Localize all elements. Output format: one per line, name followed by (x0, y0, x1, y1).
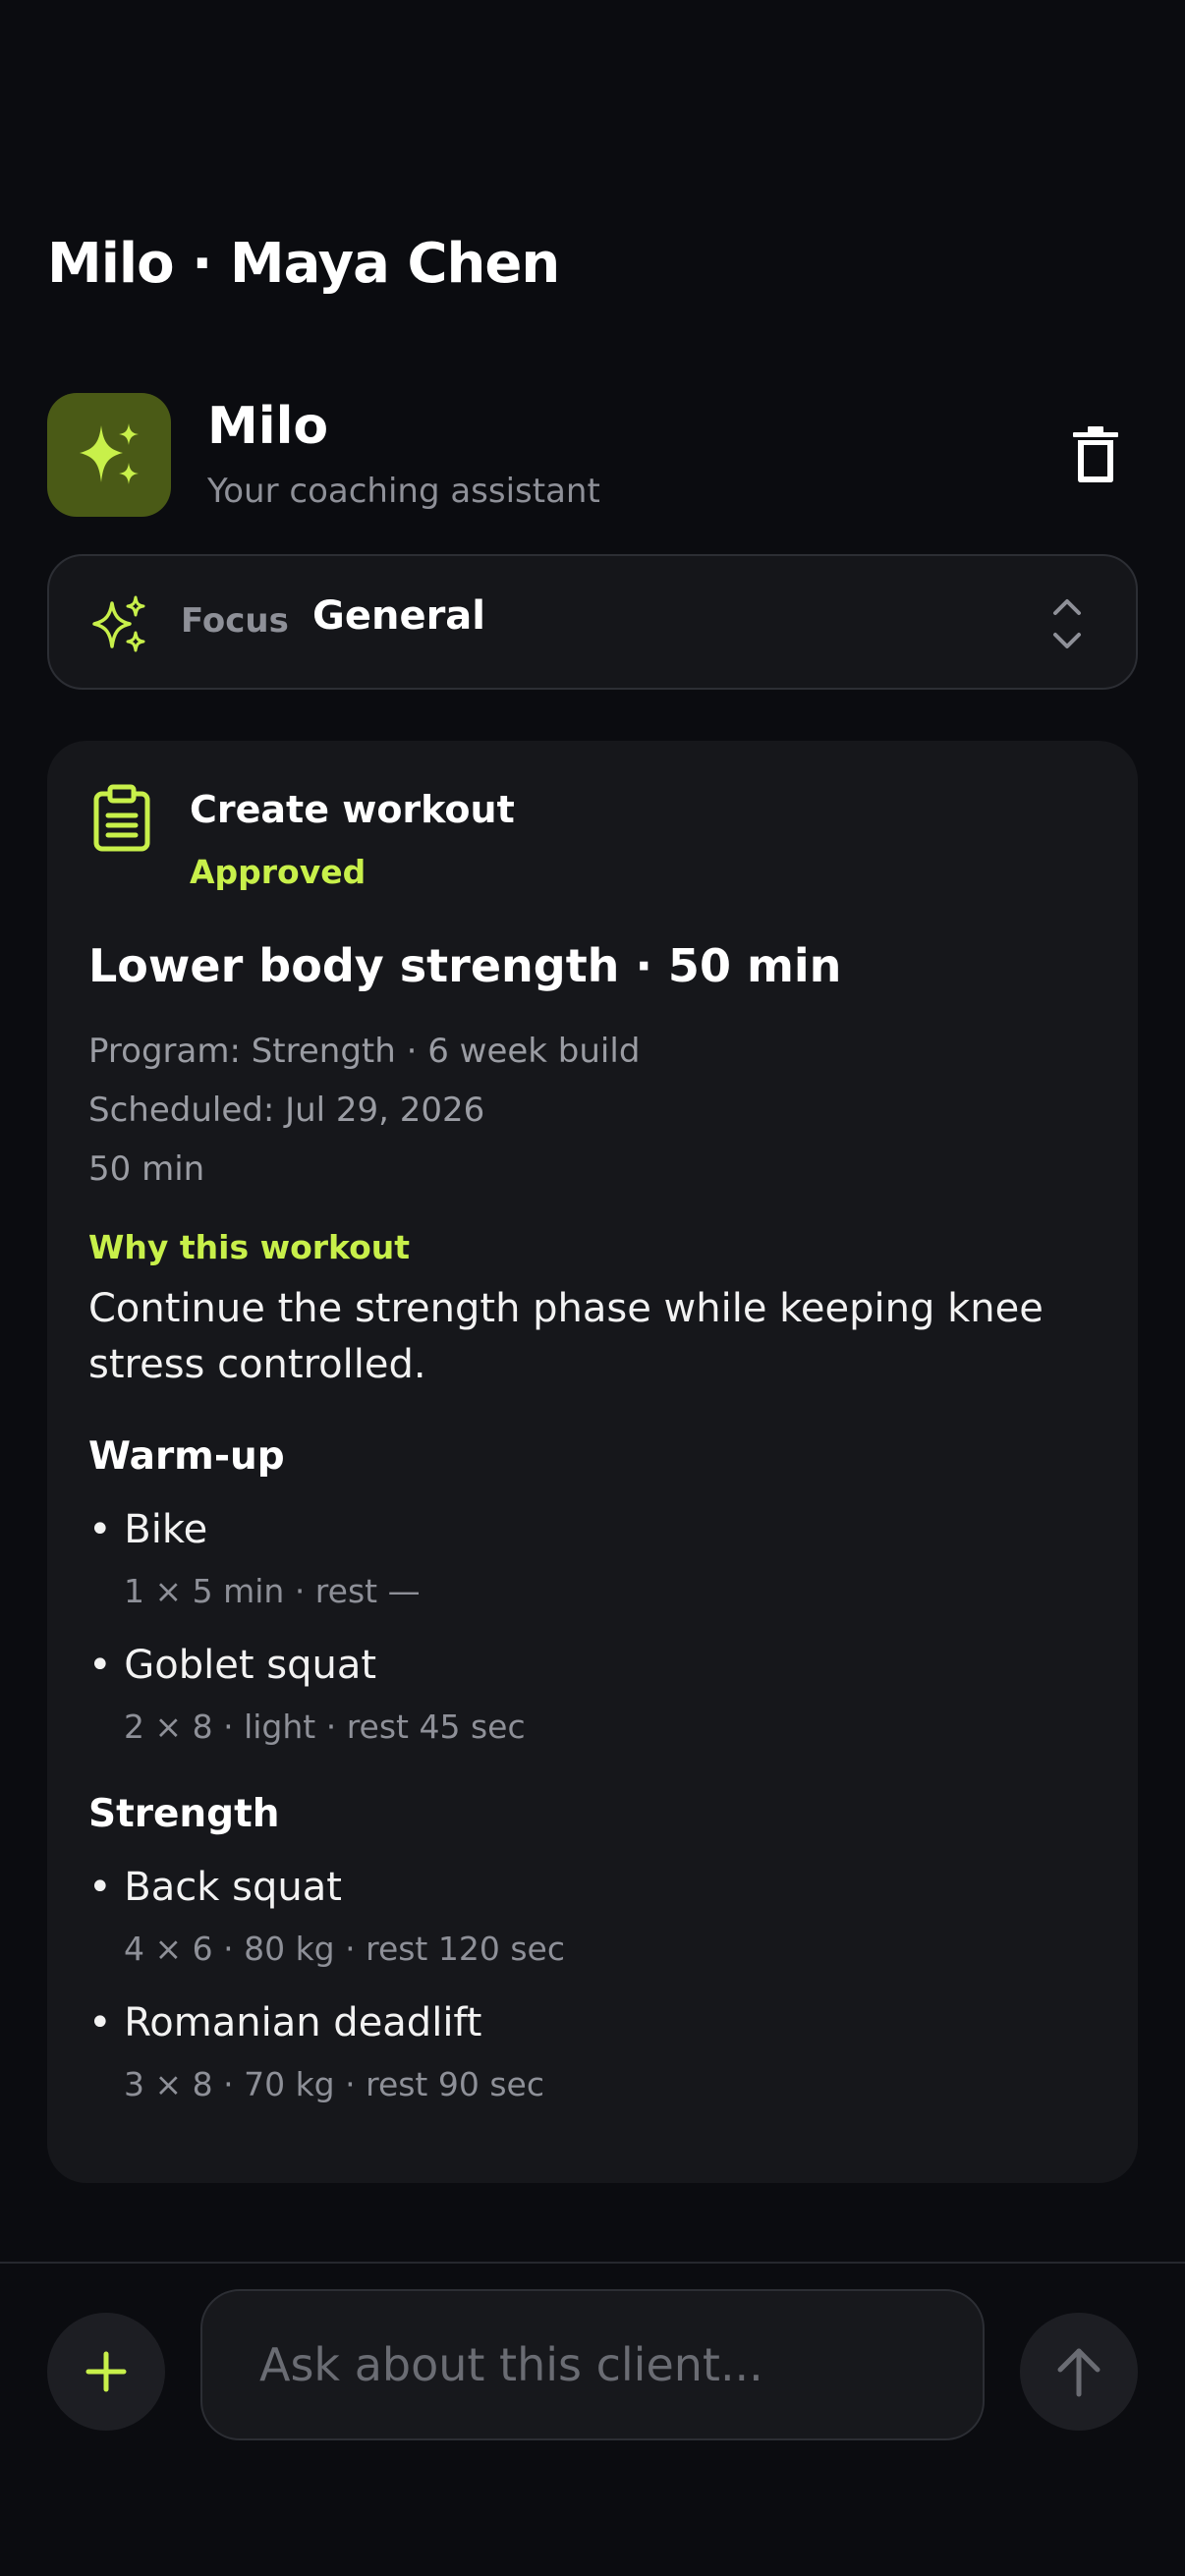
message-input[interactable] (200, 2289, 985, 2440)
add-attachment-button[interactable] (47, 2313, 165, 2431)
sparkles-icon (80, 423, 139, 484)
status-badge: Approved (190, 853, 367, 891)
workout-card: Create workout Approved Lower body stren… (47, 741, 1138, 2183)
page-title: Milo · Maya Chen (47, 232, 560, 296)
scheduled-line: Scheduled: Jul 29, 2026 (88, 1091, 485, 1130)
assistant-avatar (47, 393, 171, 517)
plus-icon (85, 2351, 127, 2392)
chat-screen: Milo · Maya Chen Milo Your coaching assi… (0, 0, 1185, 2576)
clipboard-icon (93, 784, 150, 852)
duration-line: 50 min (88, 1149, 205, 1189)
program-line: Program: Strength · 6 week build (88, 1032, 641, 1071)
sparkles-icon (92, 595, 145, 652)
assistant-name: Milo (207, 397, 329, 456)
chevron-up-down-icon (1053, 599, 1081, 648)
why-text: Continue the strength phase while keepin… (88, 1286, 1044, 1387)
exercise-name: • Romanian deadlift (88, 2000, 482, 2045)
section-title-warmup: Warm-up (88, 1434, 285, 1479)
exercise-detail: 1 × 5 min · rest — (124, 1572, 421, 1610)
exercise-name: • Goblet squat (88, 1643, 377, 1688)
exercise-detail: 4 × 6 · 80 kg · rest 120 sec (124, 1930, 565, 1968)
focus-selector[interactable]: Focus General (47, 554, 1138, 690)
card-title: Create workout (190, 788, 515, 831)
arrow-up-icon (1057, 2348, 1100, 2397)
section-title-strength: Strength (88, 1792, 280, 1836)
delete-conversation-button[interactable] (1061, 420, 1130, 489)
focus-label: Focus (181, 601, 289, 641)
exercise-detail: 3 × 8 · 70 kg · rest 90 sec (124, 2065, 544, 2103)
assistant-subtitle: Your coaching assistant (207, 472, 600, 511)
composer-divider (0, 2262, 1185, 2264)
trash-icon (1073, 426, 1118, 482)
assistant-header: Milo Your coaching assistant (47, 393, 1138, 517)
exercise-name: • Back squat (88, 1865, 342, 1910)
focus-value: General (312, 593, 485, 639)
send-button[interactable] (1020, 2313, 1138, 2431)
exercise-detail: 2 × 8 · light · rest 45 sec (124, 1708, 526, 1746)
exercise-name: • Bike (88, 1507, 208, 1552)
why-label: Why this workout (88, 1228, 411, 1266)
workout-name: Lower body strength · 50 min (88, 939, 842, 992)
